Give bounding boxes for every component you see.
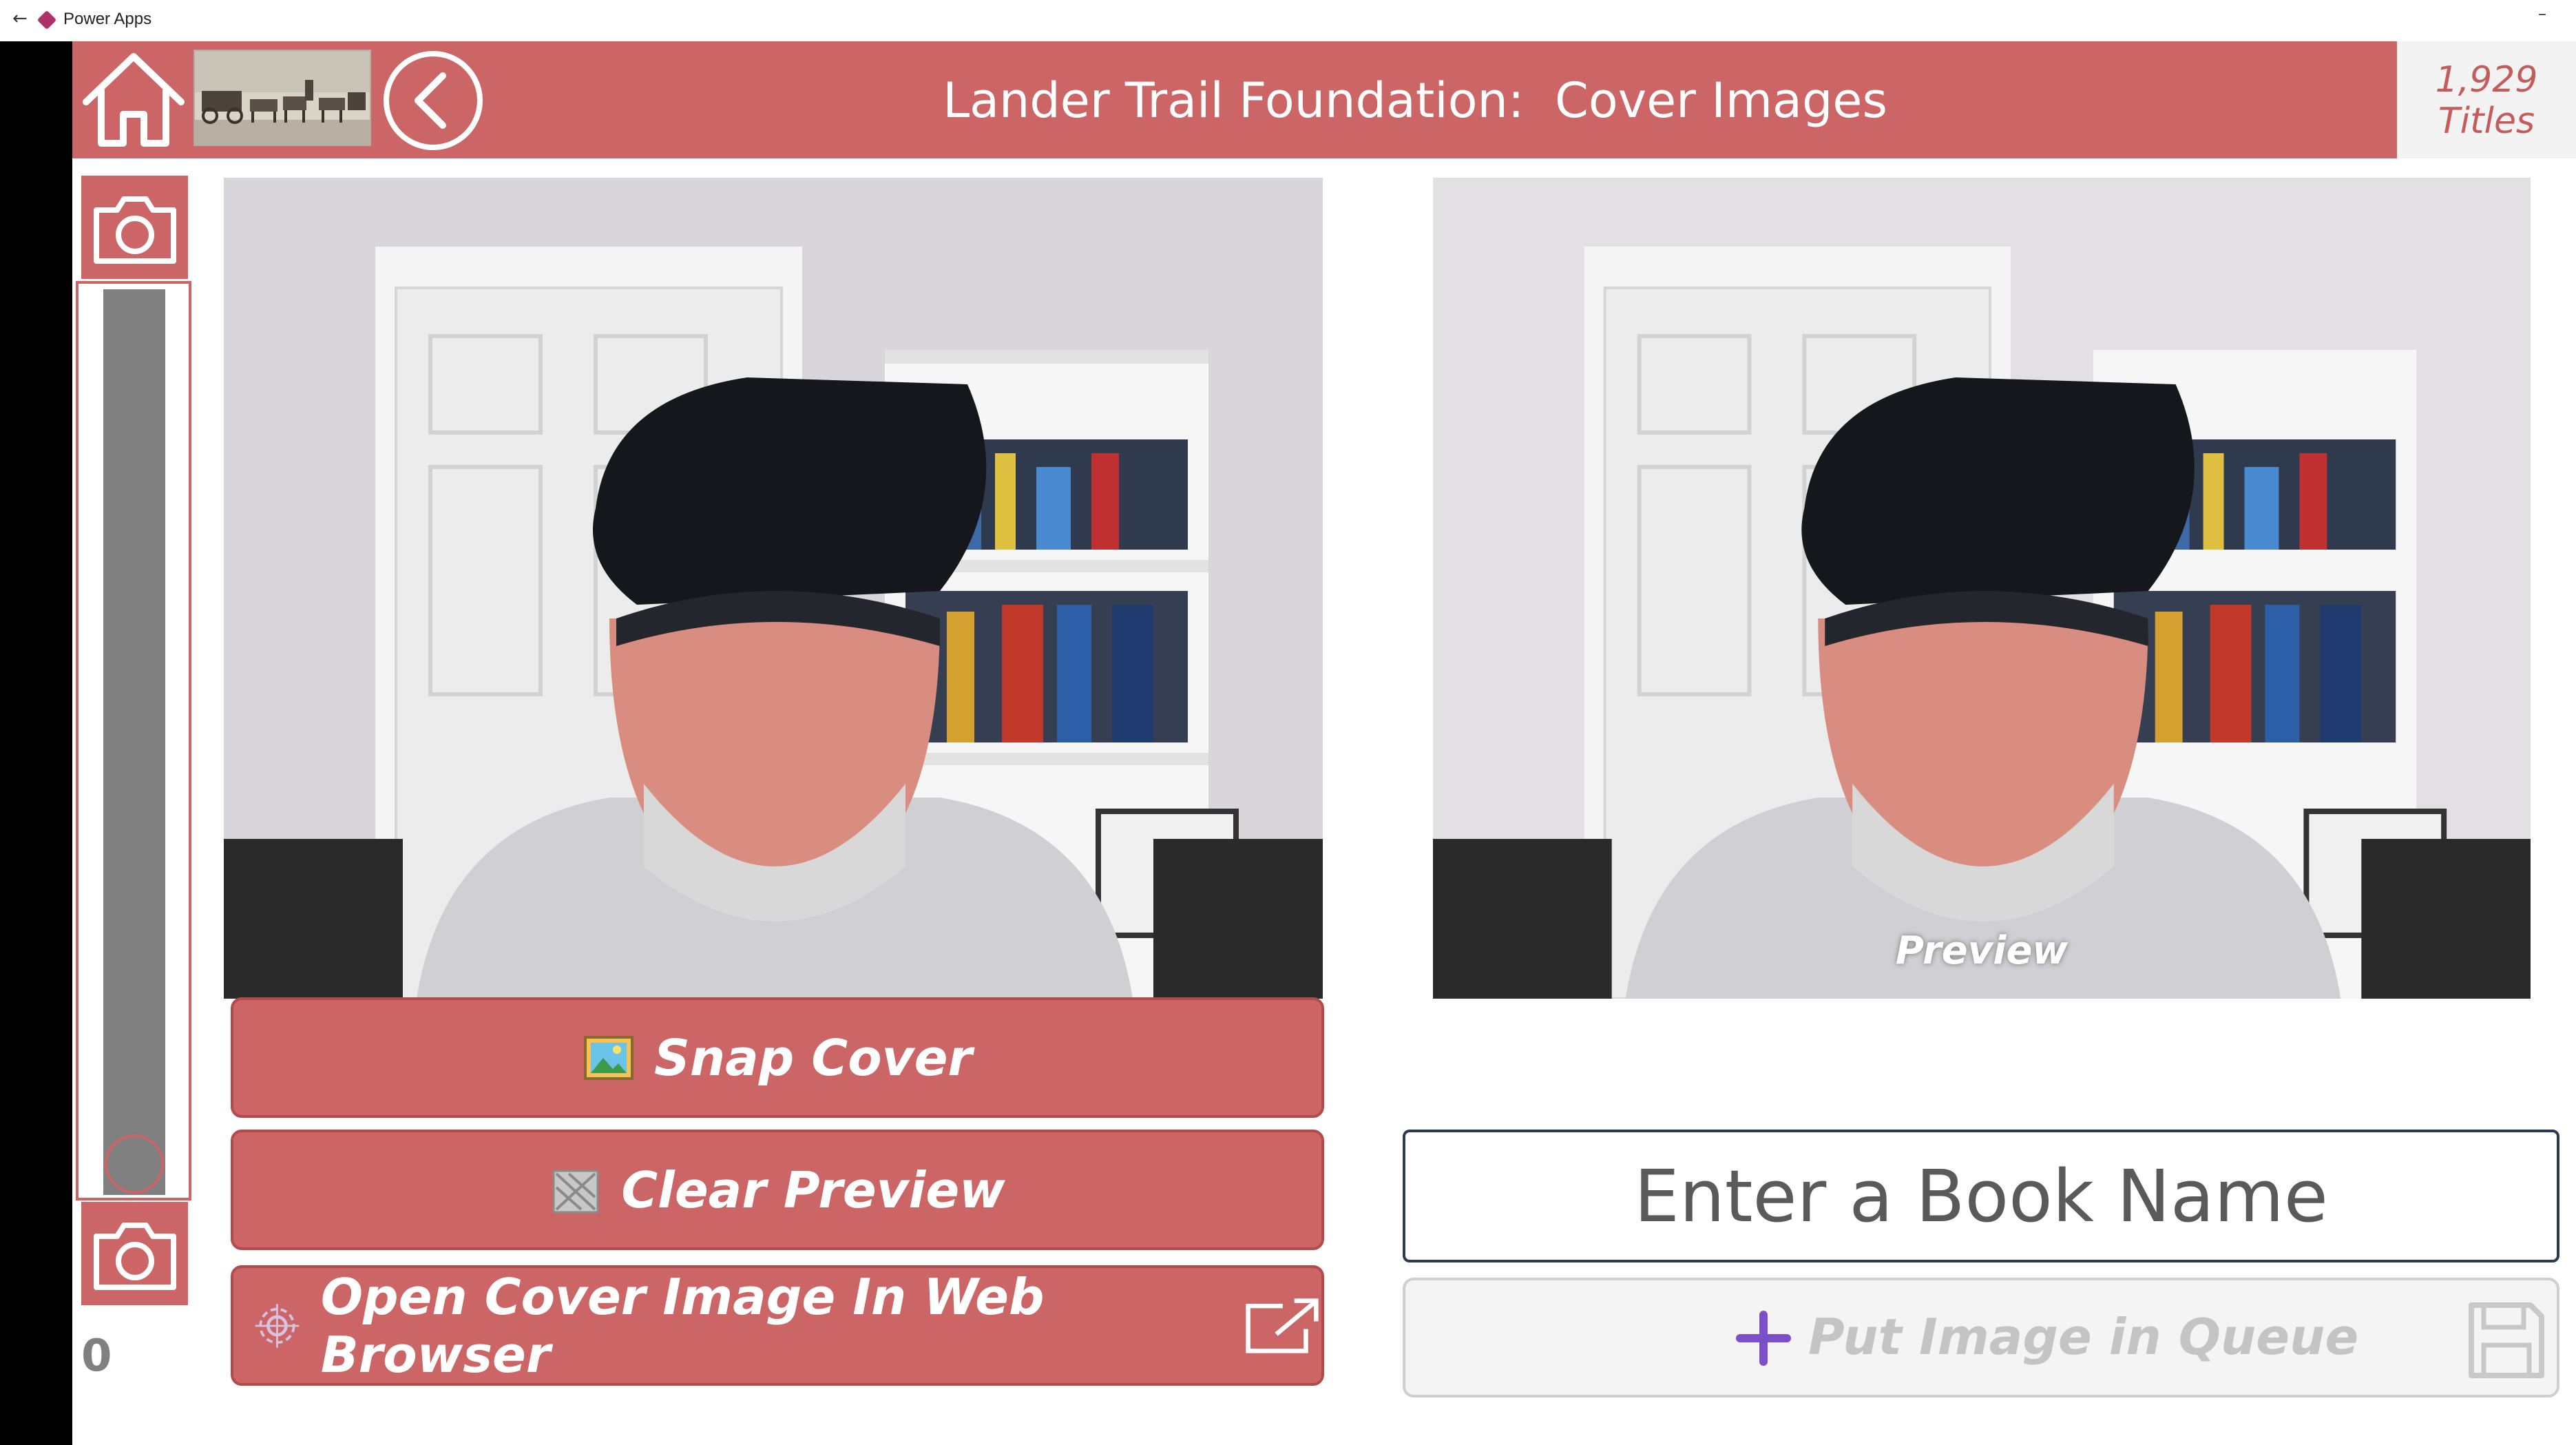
titles-counter: 1,929 Titles	[2397, 41, 2576, 158]
put-in-queue-button[interactable]: Put Image in Queue	[1403, 1278, 2559, 1397]
snap-cover-label: Snap Cover	[654, 1028, 972, 1087]
picture-icon	[584, 1035, 634, 1080]
open-in-browser-label: Open Cover Image In Web Browser	[320, 1267, 1045, 1384]
power-apps-logo-icon	[36, 10, 57, 30]
settings-icon	[255, 1303, 300, 1348]
zoom-slider-thumb[interactable]	[105, 1134, 164, 1194]
app-window: ← Power Apps – Lander Trail Foundation: …	[0, 0, 2576, 1445]
minimize-button[interactable]: –	[2538, 4, 2546, 23]
snap-cover-button[interactable]: Snap Cover	[231, 997, 1324, 1118]
put-in-queue-label: Put Image in Queue	[1808, 1308, 2359, 1366]
back-button[interactable]	[381, 48, 485, 153]
titles-label: Titles	[2438, 101, 2535, 142]
zoom-slider[interactable]	[76, 281, 191, 1200]
window-titlebar: ← Power Apps –	[0, 0, 2576, 41]
zoom-value: 0	[81, 1331, 112, 1382]
back-arrow-icon	[384, 51, 483, 150]
preview-image: Preview	[1433, 178, 2531, 999]
titles-count: 1,929	[2435, 59, 2538, 101]
clear-preview-button[interactable]: Clear Preview	[231, 1130, 1324, 1250]
book-name-input[interactable]	[1403, 1130, 2559, 1262]
zoom-in-camera-button[interactable]	[81, 176, 188, 279]
app-header: Lander Trail Foundation: Cover Images	[72, 41, 2397, 158]
preview-label: Preview	[1895, 928, 2069, 973]
zoom-out-camera-button[interactable]	[81, 1202, 188, 1305]
window-back-icon[interactable]: ←	[12, 8, 28, 29]
wagon-train-photo	[193, 50, 371, 146]
external-link-icon	[1246, 1298, 1319, 1353]
home-button[interactable]	[79, 48, 188, 152]
plus-icon	[1736, 1311, 1791, 1366]
home-icon	[83, 53, 185, 147]
left-black-strip	[0, 41, 72, 1445]
zoom-slider-track[interactable]	[103, 289, 165, 1195]
window-title: Power Apps	[63, 10, 152, 28]
camera-feed[interactable]	[224, 178, 1323, 999]
camera-icon	[94, 196, 176, 264]
camera-icon	[94, 1223, 176, 1290]
open-in-browser-button[interactable]: Open Cover Image In Web Browser	[231, 1265, 1324, 1386]
clear-preview-label: Clear Preview	[621, 1161, 1005, 1219]
save-icon[interactable]	[2466, 1300, 2547, 1381]
page-title: Lander Trail Foundation: Cover Images	[943, 72, 1887, 129]
broom-icon	[552, 1169, 599, 1213]
